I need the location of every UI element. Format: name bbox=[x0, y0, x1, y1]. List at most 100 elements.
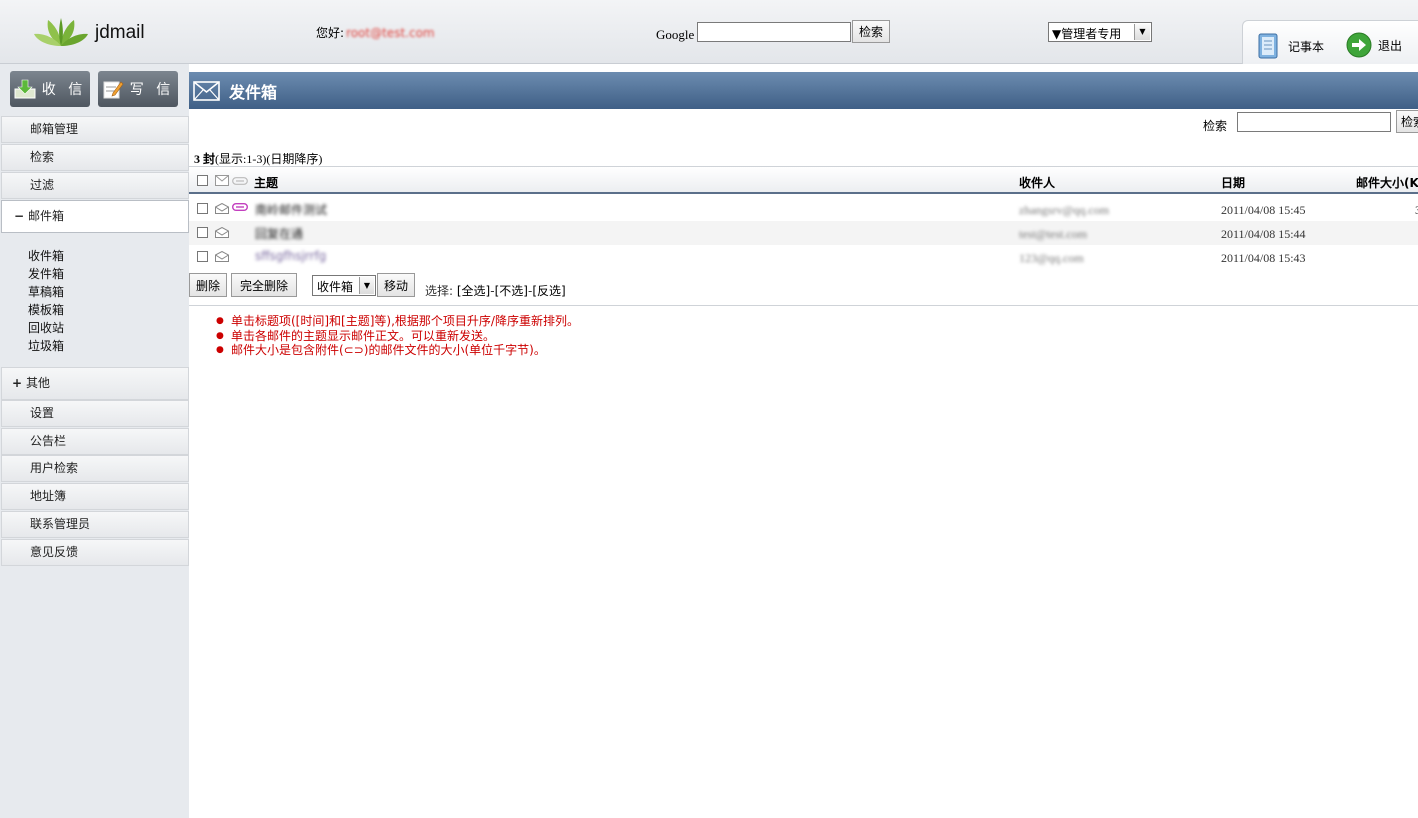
chevron-down-icon: ▼ bbox=[1134, 24, 1150, 40]
table-row[interactable]: 回复在通 test@test.com 2011/04/08 15:44 bbox=[189, 221, 1418, 245]
row-checkbox[interactable] bbox=[197, 203, 208, 214]
sidebar-item-address-book[interactable]: 地址簿 bbox=[1, 483, 189, 510]
google-search-button[interactable]: 检索 bbox=[852, 20, 890, 43]
compose-mail-label: 写 信 bbox=[129, 82, 175, 98]
google-label: Google bbox=[656, 27, 695, 42]
sidebar-item-settings[interactable]: 设置 bbox=[1, 400, 189, 427]
leaf-logo-icon bbox=[34, 18, 88, 46]
sidebar-item-label: 设置 bbox=[30, 406, 55, 420]
sidebar-item-feedback[interactable]: 意见反馈 bbox=[1, 539, 189, 566]
sidebar-item-label: 邮件箱 bbox=[28, 209, 65, 223]
row-subject[interactable]: 南岭邮件测试 bbox=[255, 201, 327, 218]
select-invert-link[interactable]: [反选] bbox=[532, 284, 565, 298]
compose-mail-button[interactable]: 写 信 bbox=[98, 71, 178, 107]
select-label: 选择: bbox=[425, 284, 454, 298]
row-date: 2011/04/08 15:44 bbox=[1221, 227, 1306, 241]
select-none-link[interactable]: [不选] bbox=[495, 284, 528, 298]
page-title-bar: 发件箱 bbox=[189, 72, 1418, 109]
receive-mail-label: 收 信 bbox=[41, 82, 87, 98]
sidebar-item-contact-admin[interactable]: 联系管理员 bbox=[1, 511, 189, 538]
row-date: 2011/04/08 15:45 bbox=[1221, 203, 1306, 217]
sidebar-item-label: 过滤 bbox=[30, 178, 55, 192]
expand-plus-icon: + bbox=[12, 376, 23, 390]
mailbox-trash[interactable]: 回收站 bbox=[28, 319, 64, 337]
delete-button[interactable]: 删除 bbox=[189, 273, 227, 297]
exit-arrow-icon bbox=[1346, 32, 1372, 58]
chevron-down-icon: ▼ bbox=[359, 277, 374, 294]
message-count-number: 3 封 bbox=[194, 152, 216, 166]
sidebar-item-search[interactable]: 检索 bbox=[1, 144, 189, 171]
mailbox-templates[interactable]: 模板箱 bbox=[28, 301, 64, 319]
list-search-input[interactable] bbox=[1237, 112, 1391, 132]
exit-label: 退出 bbox=[1378, 38, 1403, 53]
help-note: 单击各邮件的主题显示邮件正文。可以重新发送。 bbox=[216, 329, 579, 344]
top-tools: 记事本 退出 bbox=[1242, 20, 1418, 64]
move-target-value: 收件箱 bbox=[317, 280, 354, 294]
sidebar-item-label: 用户检索 bbox=[30, 461, 79, 475]
row-recipient: 123@qq.com bbox=[1019, 251, 1084, 265]
sidebar-item-label: 公告栏 bbox=[30, 434, 67, 448]
greeting-label: 您好: bbox=[316, 26, 345, 40]
page-title: 发件箱 bbox=[229, 82, 278, 102]
read-envelope-icon bbox=[215, 227, 229, 238]
mailbox-sent[interactable]: 发件箱 bbox=[28, 265, 64, 283]
compose-pencil-icon bbox=[103, 81, 124, 99]
table-row[interactable]: sffsgfhsjrrfg 123@qq.com 2011/04/08 15:4… bbox=[189, 245, 1418, 269]
mailbox-spam[interactable]: 垃圾箱 bbox=[28, 337, 64, 355]
sidebar-item-user-search[interactable]: 用户检索 bbox=[1, 455, 189, 482]
sidebar-item-bulletin[interactable]: 公告栏 bbox=[1, 428, 189, 455]
column-header-recipient[interactable]: 收件人 bbox=[1019, 174, 1055, 191]
read-envelope-icon bbox=[215, 203, 229, 214]
row-subject[interactable]: 回复在通 bbox=[255, 225, 303, 242]
sidebar-item-label: 地址簿 bbox=[30, 489, 67, 503]
sidebar-item-mailboxes[interactable]: − 邮件箱 bbox=[1, 200, 189, 233]
selection-controls: 选择: [全选]-[不选]-[反选] bbox=[425, 284, 566, 298]
table-header: 主题 收件人 日期 邮件大小(KB) bbox=[189, 166, 1418, 194]
mailbox-list: 收件箱 发件箱 草稿箱 模板箱 回收站 垃圾箱 bbox=[28, 247, 64, 355]
message-count: 3 封(显示:1-3)(日期降序) bbox=[194, 150, 322, 167]
move-button[interactable]: 移动 bbox=[377, 273, 415, 297]
app-name: jdmail bbox=[95, 22, 145, 43]
row-checkbox[interactable] bbox=[197, 251, 208, 262]
admin-dropdown-value: ▼管理者专用 bbox=[1052, 27, 1122, 41]
select-all-link[interactable]: [全选] bbox=[457, 284, 490, 298]
sidebar-item-label: 其他 bbox=[26, 376, 51, 390]
notes-button[interactable]: 记事本 bbox=[1255, 31, 1324, 61]
greeting: 您好: root@test.com bbox=[316, 24, 435, 41]
receive-mail-button[interactable]: 收 信 bbox=[10, 71, 90, 107]
sidebar-item-label: 检索 bbox=[30, 150, 55, 164]
collapse-minus-icon: − bbox=[14, 209, 25, 223]
message-count-detail: (显示:1-3)(日期降序) bbox=[215, 152, 323, 166]
help-note: 邮件大小是包含附件(⊂⊃)的邮件文件的大小(单位千字节)。 bbox=[216, 343, 579, 358]
attachment-icon bbox=[232, 203, 248, 211]
list-search-button[interactable]: 检索 bbox=[1396, 110, 1418, 133]
top-header: jdmail 您好: root@test.com Google 检索 ▼管理者专用… bbox=[0, 0, 1418, 64]
sidebar-item-filter[interactable]: 过滤 bbox=[1, 172, 189, 199]
read-envelope-icon bbox=[215, 251, 229, 262]
row-subject[interactable]: sffsgfhsjrrfg bbox=[255, 249, 326, 263]
mailbox-inbox[interactable]: 收件箱 bbox=[28, 247, 64, 265]
column-header-subject[interactable]: 主题 bbox=[254, 174, 278, 191]
sidebar-item-label: 邮箱管理 bbox=[30, 122, 79, 136]
help-note: 单击标题项([时间]和[主题]等),根据那个项目升序/降序重新排列。 bbox=[216, 314, 579, 329]
mailbox-drafts[interactable]: 草稿箱 bbox=[28, 283, 64, 301]
action-bar: 删除 完全删除 收件箱 ▼ 移动 选择: [全选]-[不选]-[反选] bbox=[189, 272, 1418, 306]
delete-permanently-button[interactable]: 完全删除 bbox=[231, 273, 297, 297]
column-header-date[interactable]: 日期 bbox=[1221, 174, 1245, 191]
sidebar: 收 信 写 信 邮箱管理 检索 过滤 − 邮件箱 收件箱 发件箱 草稿箱 模板箱 … bbox=[0, 64, 189, 818]
exit-button[interactable]: 退出 bbox=[1345, 31, 1402, 59]
table-row[interactable]: 南岭邮件测试 zhangsrv@qq.com 2011/04/08 15:45 … bbox=[189, 197, 1418, 221]
envelope-header-icon bbox=[215, 175, 229, 186]
row-date: 2011/04/08 15:43 bbox=[1221, 251, 1306, 265]
select-all-checkbox[interactable] bbox=[197, 175, 208, 186]
sidebar-item-mailbox-management[interactable]: 邮箱管理 bbox=[1, 116, 189, 143]
row-checkbox[interactable] bbox=[197, 227, 208, 238]
admin-dropdown[interactable]: ▼管理者专用 ▼ bbox=[1048, 22, 1152, 42]
move-target-dropdown[interactable]: 收件箱 ▼ bbox=[312, 275, 376, 296]
google-search-input[interactable] bbox=[697, 22, 851, 42]
inbox-download-icon bbox=[14, 79, 36, 99]
notes-label: 记事本 bbox=[1288, 39, 1325, 54]
sidebar-item-other[interactable]: + 其他 bbox=[1, 367, 189, 400]
envelope-icon bbox=[193, 80, 220, 101]
column-header-size[interactable]: 邮件大小(KB) bbox=[1356, 174, 1418, 191]
